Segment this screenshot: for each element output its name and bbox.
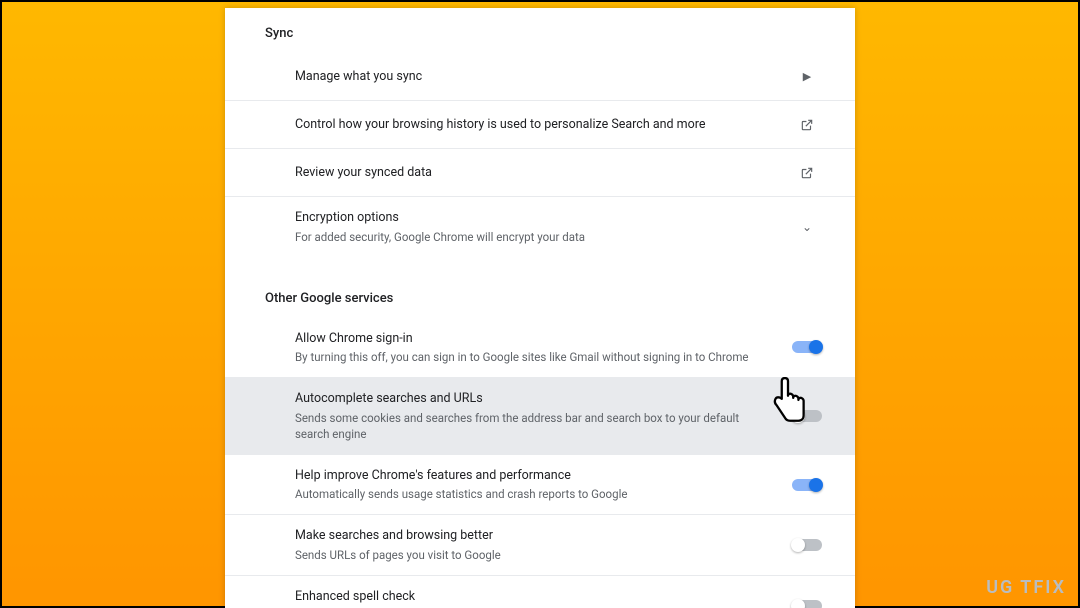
watermark: UG TFIX [986, 577, 1066, 598]
row-title: Manage what you sync [295, 68, 769, 86]
row-desc: Sends some cookies and searches from the… [295, 410, 769, 442]
toggle-make-better[interactable] [792, 539, 822, 551]
row-title: Encryption options [295, 209, 769, 227]
toggle-spellcheck[interactable] [792, 600, 822, 608]
row-title: Enhanced spell check [295, 588, 769, 606]
row-title: Allow Chrome sign-in [295, 330, 769, 348]
other-row-improve[interactable]: Help improve Chrome's features and perfo… [225, 455, 855, 516]
row-title: Control how your browsing history is use… [295, 116, 769, 134]
row-desc: Sends URLs of pages you visit to Google [295, 547, 769, 563]
row-desc: Automatically sends usage statistics and… [295, 486, 769, 502]
open-in-new-icon [789, 166, 825, 180]
sync-section-header: Sync [225, 18, 855, 53]
toggle-improve[interactable] [792, 479, 822, 491]
row-title: Make searches and browsing better [295, 527, 769, 545]
row-title: Review your synced data [295, 164, 769, 182]
sync-row-review-data[interactable]: Review your synced data [225, 149, 855, 197]
sync-row-encryption[interactable]: Encryption options For added security, G… [225, 197, 855, 257]
section-gap [225, 257, 855, 283]
chevron-down-icon: ⌄ [789, 220, 825, 234]
settings-panel: Sync Manage what you sync ▶ Control how … [225, 8, 855, 608]
other-row-allow-signin[interactable]: Allow Chrome sign-in By turning this off… [225, 318, 855, 379]
row-desc: For added security, Google Chrome will e… [295, 229, 769, 245]
open-in-new-icon [789, 118, 825, 132]
other-section-header: Other Google services [225, 283, 855, 318]
other-row-spellcheck[interactable]: Enhanced spell check To fix spelling err… [225, 576, 855, 608]
toggle-allow-signin[interactable] [792, 341, 822, 353]
sync-row-control-history[interactable]: Control how your browsing history is use… [225, 101, 855, 149]
row-title: Autocomplete searches and URLs [295, 390, 769, 408]
other-row-make-better[interactable]: Make searches and browsing better Sends … [225, 515, 855, 576]
other-row-autocomplete[interactable]: Autocomplete searches and URLs Sends som… [225, 378, 855, 455]
row-title: Help improve Chrome's features and perfo… [295, 467, 769, 485]
arrow-right-icon: ▶ [789, 70, 825, 83]
sync-row-manage[interactable]: Manage what you sync ▶ [225, 53, 855, 101]
toggle-autocomplete[interactable] [792, 410, 822, 422]
row-desc: By turning this off, you can sign in to … [295, 349, 769, 365]
